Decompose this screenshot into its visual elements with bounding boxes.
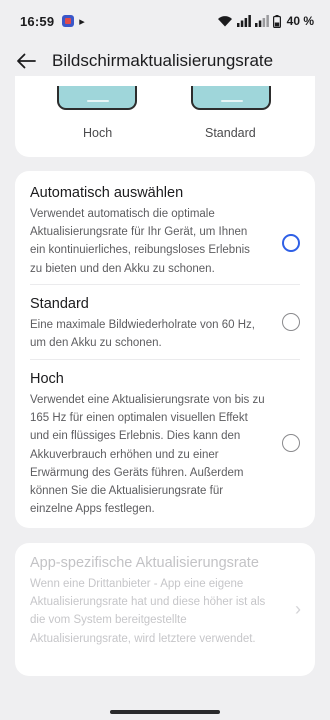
play-store-icon: ▸: [79, 15, 85, 28]
option-title: Automatisch auswählen: [30, 185, 184, 201]
option-automatic[interactable]: Automatisch auswählen Verwendet automati…: [30, 185, 300, 278]
option-high[interactable]: Hoch Verwendet eine Aktualisierungsrate …: [30, 371, 300, 518]
home-indicator[interactable]: [110, 710, 220, 714]
option-standard[interactable]: Standard Eine maximale Bildwiederholrate…: [30, 296, 300, 352]
app-specific-description: Wenn eine Drittanbieter - App eine eigen…: [30, 578, 266, 645]
battery-icon: [272, 14, 281, 28]
signal-icon: [236, 15, 251, 27]
app-notification-icon: [62, 15, 75, 27]
app-specific-content: App-spezifische Aktualisierungsrate Wenn…: [30, 555, 300, 648]
preview-label-high: Hoch: [83, 126, 113, 140]
preview-label-standard: Standard: [205, 126, 256, 140]
option-title: Standard: [30, 296, 89, 312]
refresh-rate-preview: Hoch Standard: [15, 76, 315, 157]
status-time: 16:59: [20, 13, 55, 29]
arrow-left-icon: [17, 53, 36, 69]
phone-preview-standard: [191, 86, 271, 110]
radio-standard[interactable]: [282, 313, 300, 331]
status-bar: 16:59 ▸ 40 %: [0, 0, 330, 42]
chevron-right-icon: ›: [295, 599, 301, 619]
phone-preview-high: [57, 86, 137, 110]
option-description: Verwendet eine Aktualisierungsrate von b…: [30, 394, 265, 516]
divider: [30, 359, 300, 360]
option-description: Eine maximale Bildwiederholrate von 60 H…: [30, 319, 255, 350]
status-indicators: 40 %: [217, 14, 314, 28]
app-specific-title: App-spezifische Aktualisierungsrate: [30, 555, 259, 571]
page-title: Bildschirmaktualisierungsrate: [52, 51, 274, 70]
app-bar: Bildschirmaktualisierungsrate: [0, 42, 330, 80]
divider: [30, 284, 300, 285]
app-specific-refresh-rate[interactable]: App-spezifische Aktualisierungsrate Wenn…: [15, 543, 315, 676]
battery-percentage: 40 %: [286, 14, 314, 28]
signal-icon: [254, 15, 269, 27]
wifi-icon: [217, 16, 232, 27]
back-button[interactable]: [14, 49, 38, 73]
option-description: Verwendet automatisch die optimale Aktua…: [30, 208, 250, 275]
option-title: Hoch: [30, 371, 64, 387]
radio-automatic[interactable]: [282, 234, 300, 252]
refresh-rate-options: Automatisch auswählen Verwendet automati…: [15, 171, 315, 528]
radio-high[interactable]: [282, 434, 300, 452]
